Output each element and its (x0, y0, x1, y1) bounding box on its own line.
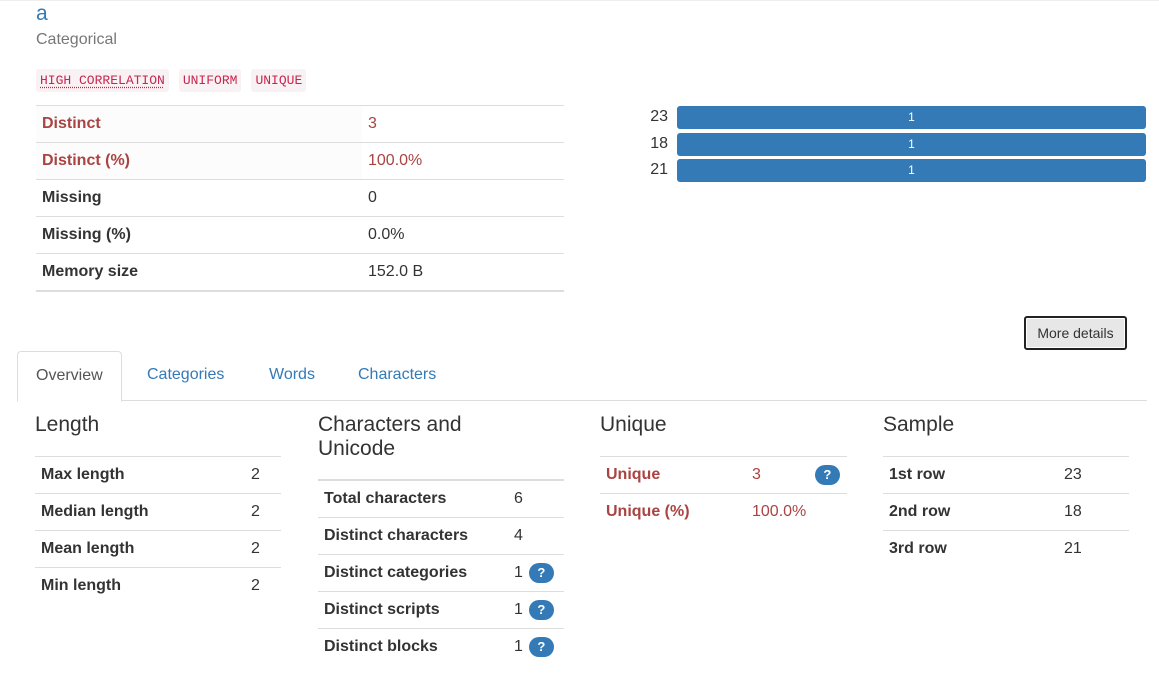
table-row: Max length 2 (35, 456, 281, 494)
characters-label: Distinct categories (318, 553, 508, 591)
badge-unique: UNIQUE (251, 69, 307, 92)
frequency-mini-chart: 23 1 18 1 21 1 (630, 106, 1146, 186)
table-row: Distinct blocks 1? (318, 627, 564, 665)
table-row: 2nd row 18 (883, 493, 1129, 531)
sample-value: 18 (1058, 493, 1129, 531)
table-row: Min length 2 (35, 567, 281, 605)
stats-label: Missing (%) (36, 216, 362, 254)
sample-value: 23 (1058, 456, 1129, 494)
table-row: Distinct categories 1? (318, 553, 564, 591)
table-row: Distinct characters 4 (318, 516, 564, 554)
tab-overview[interactable]: Overview (17, 351, 122, 402)
unique-value: 100.0% (746, 493, 847, 531)
length-label: Max length (35, 456, 245, 494)
alert-badges: HIGH CORRELATION UNIFORM UNIQUE (36, 69, 307, 92)
stats-value: 100.0% (362, 142, 564, 180)
help-icon[interactable]: ? (528, 562, 554, 583)
stats-row: Distinct (%) 100.0% (36, 142, 564, 180)
table-row: Mean length 2 (35, 530, 281, 568)
frequency-label: 18 (650, 134, 668, 152)
stats-label: Distinct (36, 105, 362, 143)
table-row: 3rd row 21 (883, 530, 1129, 568)
length-title: Length (35, 413, 100, 436)
frequency-row: 23 1 (630, 106, 1146, 133)
stats-value: 0.0% (362, 216, 564, 254)
overview-stats-table: Distinct 3 Distinct (%) 100.0% Missing 0… (36, 105, 564, 292)
characters-label: Distinct characters (318, 516, 508, 554)
help-icon[interactable]: ? (528, 599, 554, 620)
variable-name[interactable]: a (36, 2, 48, 26)
unique-value: 3? (746, 456, 847, 494)
characters-value: 1? (508, 627, 564, 665)
stats-row: Missing 0 (36, 179, 564, 217)
frequency-label: 23 (650, 108, 668, 125)
badge-high-correlation[interactable]: HIGH CORRELATION (36, 69, 169, 92)
unique-table: Unique 3? Unique (%) 100.0% (600, 456, 847, 531)
table-row: Total characters 6 (318, 479, 564, 517)
sample-label: 3rd row (883, 530, 1058, 568)
tab-words[interactable]: Words (251, 351, 333, 401)
stats-value: 0 (362, 179, 564, 217)
characters-label: Distinct scripts (318, 590, 508, 628)
table-row: Unique (%) 100.0% (600, 493, 847, 531)
help-icon[interactable]: ? (528, 636, 554, 657)
table-row: Distinct scripts 1? (318, 590, 564, 628)
table-row: Median length 2 (35, 493, 281, 531)
characters-value: 1? (508, 590, 564, 628)
sample-label: 1st row (883, 456, 1058, 494)
more-details-button[interactable]: More details (1024, 316, 1127, 350)
frequency-bar: 1 (677, 106, 1146, 129)
frequency-label: 21 (650, 161, 668, 178)
frequency-row: 18 1 (630, 132, 1146, 160)
stats-label: Missing (36, 179, 362, 217)
characters-unicode-title: Characters and Unicode (318, 413, 462, 460)
length-table: Max length 2 Median length 2 Mean length… (35, 456, 281, 605)
length-value: 2 (245, 456, 281, 494)
table-row: 1st row 23 (883, 456, 1129, 494)
stats-row: Distinct 3 (36, 105, 564, 143)
unique-label: Unique (600, 456, 746, 494)
stats-label: Distinct (%) (36, 142, 362, 180)
characters-label: Distinct blocks (318, 627, 508, 665)
stats-value: 3 (362, 105, 564, 143)
tab-characters[interactable]: Characters (340, 351, 454, 401)
unique-label: Unique (%) (600, 493, 746, 531)
variable-type: Categorical (36, 31, 117, 48)
characters-value: 6 (508, 479, 564, 517)
frequency-bar: 1 (677, 159, 1146, 182)
top-rule (0, 0, 1159, 1)
table-row: Unique 3? (600, 456, 847, 494)
sample-label: 2nd row (883, 493, 1058, 531)
characters-value: 1? (508, 553, 564, 591)
length-value: 2 (245, 530, 281, 568)
length-value: 2 (245, 567, 281, 605)
characters-value: 4 (508, 516, 564, 554)
sample-value: 21 (1058, 530, 1129, 568)
help-icon[interactable]: ? (814, 465, 840, 485)
frequency-row: 21 1 (630, 159, 1146, 186)
stats-row: Missing (%) 0.0% (36, 216, 564, 254)
stats-row: Memory size 152.0 B (36, 253, 564, 292)
length-label: Mean length (35, 530, 245, 568)
unique-title: Unique (600, 413, 667, 436)
sample-title: Sample (883, 413, 955, 436)
detail-tabs: Overview Categories Words Characters (17, 351, 1147, 402)
frequency-bar: 1 (677, 132, 1146, 156)
characters-table: Total characters 6 Distinct characters 4… (318, 479, 564, 665)
tab-categories[interactable]: Categories (129, 351, 242, 401)
characters-label: Total characters (318, 479, 508, 517)
length-value: 2 (245, 493, 281, 531)
sample-table: 1st row 23 2nd row 18 3rd row 21 (883, 456, 1129, 568)
badge-uniform: UNIFORM (178, 69, 242, 92)
stats-label: Memory size (36, 253, 362, 292)
stats-value: 152.0 B (362, 253, 564, 292)
length-label: Min length (35, 567, 245, 605)
length-label: Median length (35, 493, 245, 531)
